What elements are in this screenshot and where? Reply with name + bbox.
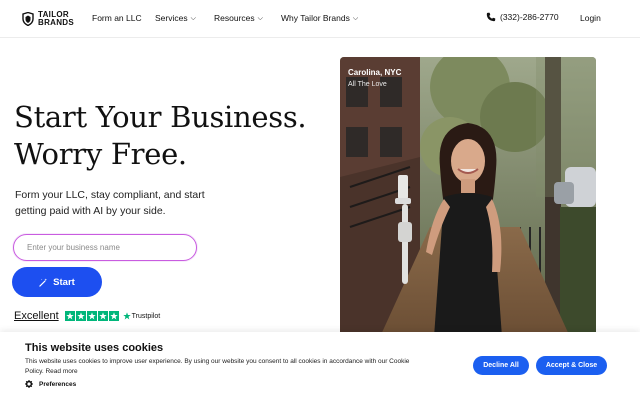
nav-services-label: Services — [155, 13, 188, 23]
start-button-label: Start — [53, 276, 75, 288]
accept-close-button[interactable]: Accept & Close — [536, 356, 607, 375]
rating-stars — [64, 311, 119, 321]
hero-subtext: Form your LLC, stay compliant, and start… — [15, 189, 205, 217]
logo-shield-icon — [22, 12, 34, 26]
hero-photo-image — [340, 57, 596, 337]
star-icon — [108, 311, 119, 321]
top-navigation: TAILOR BRANDS Form an LLC Services ⌵ Reso… — [0, 0, 640, 38]
nav-why-tailor-brands[interactable]: Why Tailor Brands ⌵ — [281, 13, 358, 23]
cookie-text: This website uses cookies to improve use… — [25, 357, 415, 377]
chevron-down-icon: ⌵ — [352, 15, 359, 22]
trustpilot-rating[interactable]: Excellent Trustpilot — [14, 310, 160, 322]
star-icon — [86, 311, 97, 321]
cookie-banner: This website uses cookies This website u… — [0, 332, 640, 400]
logo-line-2: BRANDS — [38, 18, 75, 27]
cookie-title: This website uses cookies — [25, 342, 164, 354]
nav-form-llc-label: Form an LLC — [92, 13, 142, 23]
phone-link[interactable]: (332)-286-2770 — [486, 12, 559, 22]
headline-line-1: Start Your Business. — [14, 100, 307, 134]
decline-all-button[interactable]: Decline All — [473, 356, 529, 375]
trustpilot-logo: Trustpilot — [122, 312, 161, 320]
rating-label: Excellent — [14, 310, 59, 322]
business-name-input[interactable] — [13, 234, 197, 261]
preferences-label: Preferences — [39, 380, 77, 388]
chevron-down-icon: ⌵ — [190, 15, 196, 22]
headline-line-2: Worry Free. — [14, 137, 187, 171]
hero-photo: Carolina, NYC All The Love — [340, 57, 596, 337]
trustpilot-label: Trustpilot — [131, 312, 161, 320]
hero-headline: Start Your Business. Worry Free. — [14, 99, 307, 173]
trustpilot-star-icon — [122, 312, 131, 320]
star-icon — [75, 311, 86, 321]
photo-caption-name: Carolina, NYC — [348, 68, 402, 77]
star-icon — [97, 311, 108, 321]
nav-form-llc[interactable]: Form an LLC — [92, 13, 142, 23]
phone-number: (332)-286-2770 — [500, 12, 559, 22]
start-button[interactable]: Start — [12, 267, 102, 297]
chevron-down-icon: ⌵ — [257, 15, 263, 22]
read-more-link[interactable]: Read more — [45, 368, 77, 375]
nav-resources-label: Resources — [214, 13, 255, 23]
nav-why-label: Why Tailor Brands — [281, 13, 350, 23]
phone-icon — [486, 12, 496, 22]
cookie-body: This website uses cookies to improve use… — [25, 358, 410, 375]
star-icon — [64, 311, 75, 321]
gear-icon — [25, 380, 33, 388]
tailor-brands-logo[interactable]: TAILOR BRANDS — [21, 11, 74, 27]
nav-resources[interactable]: Resources ⌵ — [214, 13, 263, 23]
login-link[interactable]: Login — [580, 13, 601, 23]
photo-caption-subtitle: All The Love — [348, 81, 387, 88]
preferences-toggle[interactable]: Preferences — [25, 380, 76, 388]
magic-wand-icon — [39, 277, 48, 287]
nav-services[interactable]: Services ⌵ — [155, 13, 196, 23]
